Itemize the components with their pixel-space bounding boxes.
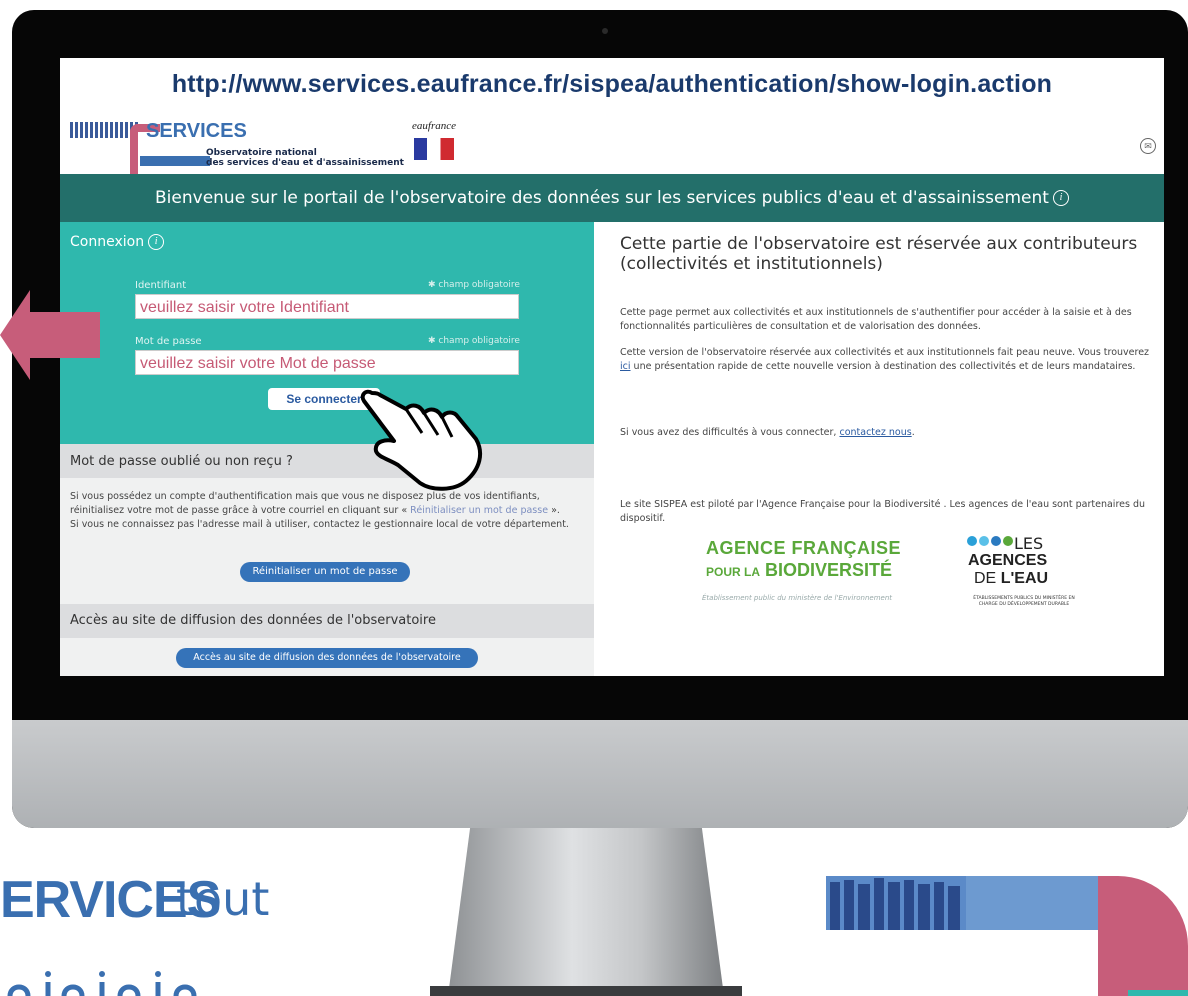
banner-text: Bienvenue sur le portail de l'observatoi… xyxy=(60,188,1164,208)
afb-tagline: Établissement public du ministère de l'E… xyxy=(702,594,893,602)
forgot-text: Si vous possédez un compte d'authentific… xyxy=(70,491,569,530)
access-site-button[interactable]: Accès au site de diffusion des données d… xyxy=(176,648,478,668)
logo-subtitle: Observatoire national des services d'eau… xyxy=(206,148,404,168)
contact-link[interactable]: contactez nous xyxy=(839,427,911,438)
reset-password-link[interactable]: Réinitialiser un mot de passe xyxy=(410,505,548,516)
eaufrance-logo[interactable]: eaufrance xyxy=(412,120,456,132)
right-para-2: Cette version de l'observatoire réservée… xyxy=(620,347,1150,372)
monitor-stand xyxy=(448,828,724,996)
agences-tagline: ÉTABLISSEMENTS PUBLICS DU MINISTÈRE EN C… xyxy=(973,596,1075,607)
right-title: Cette partie de l'observatoire est réser… xyxy=(620,234,1138,274)
mail-icon[interactable]: ✉ xyxy=(1140,138,1156,154)
monitor-stand-base xyxy=(430,986,742,996)
monitor-chin xyxy=(12,720,1188,828)
login-panel xyxy=(60,222,594,444)
right-para-3: Si vous avez des difficultés à vous conn… xyxy=(620,427,915,438)
logo-pipe-bar xyxy=(140,156,210,166)
republique-flag-icon xyxy=(414,138,454,160)
agences-logo-line1: LES xyxy=(1014,534,1044,553)
welcome-banner: Bienvenue sur le portail de l'observatoi… xyxy=(60,174,1164,222)
identifiant-required: ✱ champ obligatoire xyxy=(428,280,520,290)
password-input[interactable]: veuillez saisir votre Mot de passe xyxy=(135,350,519,375)
logo-title[interactable]: SERVICES xyxy=(146,120,247,143)
forgot-title: Mot de passe oublié ou non reçu ? xyxy=(70,454,293,469)
password-label: Mot de passe xyxy=(135,336,202,347)
afb-logo-line1: AGENCE FRANÇAISE xyxy=(706,538,902,558)
url-text: http://www.services.eaufrance.fr/sispea/… xyxy=(171,70,1053,98)
people-silhouettes-icon xyxy=(826,876,1108,930)
screen: http://www.services.eaufrance.fr/sispea/… xyxy=(60,58,1164,676)
right-para-4: Le site SISPEA est piloté par l'Agence F… xyxy=(620,499,1146,524)
info-icon[interactable]: i xyxy=(1052,190,1069,206)
hand-pointer-icon xyxy=(360,389,483,491)
login-title: Connexion i xyxy=(70,234,165,250)
agences-logo-line3: DE L'EAU xyxy=(974,570,1049,587)
poster-tout-text: tout xyxy=(176,872,270,926)
access-title: Accès au site de diffusion des données d… xyxy=(70,613,436,628)
address-bar[interactable]: http://www.services.eaufrance.fr/sispea/… xyxy=(60,58,1164,114)
reset-password-button[interactable]: Réinitialiser un mot de passe xyxy=(240,562,410,582)
info-icon[interactable]: i xyxy=(148,234,165,250)
water-drops-icon xyxy=(967,536,1013,546)
afb-logo-line2: POUR LA BIODIVERSITÉ xyxy=(706,560,893,580)
right-para-1: Cette page permet aux collectivités et a… xyxy=(620,307,1132,332)
camera-dot xyxy=(602,28,608,34)
teal-strip xyxy=(1128,990,1188,996)
red-arrow-icon xyxy=(0,290,100,380)
password-required: ✱ champ obligatoire xyxy=(428,336,520,346)
identifiant-input[interactable]: veuillez saisir votre Identifiant xyxy=(135,294,519,319)
presentation-link[interactable]: ici xyxy=(620,361,631,372)
pink-pipe-shape xyxy=(1098,876,1188,996)
agences-logo-line2: AGENCES xyxy=(968,552,1048,569)
identifiant-label: Identifiant xyxy=(135,280,187,291)
poster-cropped-text xyxy=(7,971,197,996)
